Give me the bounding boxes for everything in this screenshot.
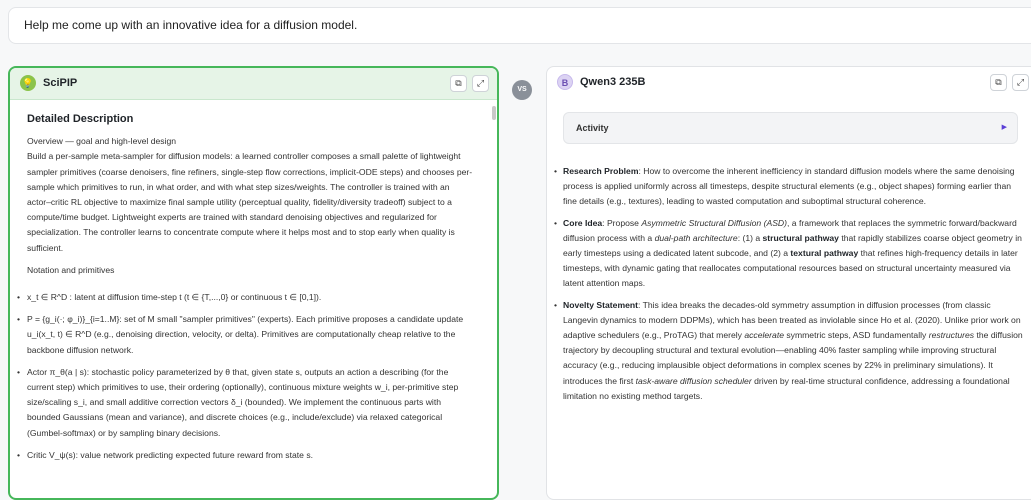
list-item: Novelty Statement: This idea breaks the …: [554, 298, 1025, 404]
vs-badge: VS: [512, 80, 532, 100]
overview-heading: Overview — goal and high-level design: [27, 136, 177, 147]
list-item: Actor π_θ(a | s): stochastic policy para…: [17, 365, 473, 441]
copy-icon[interactable]: ⧉: [990, 74, 1007, 91]
overview-text: Build a per-sample meta-sampler for diff…: [27, 151, 473, 253]
play-arrow-icon: ▶: [1001, 124, 1007, 131]
list-item: Research Problem: How to overcome the in…: [554, 164, 1025, 210]
lightbulb-icon: 💡: [20, 75, 36, 91]
expand-icon[interactable]: ⤢: [1012, 74, 1029, 91]
activity-toggle[interactable]: Activity ▶: [563, 112, 1018, 144]
model-b-response: Research Problem: How to overcome the in…: [554, 164, 1025, 410]
model-a-name: SciPIP: [43, 77, 78, 89]
list-item: x_t ∈ R^D : latent at diffusion time-ste…: [17, 290, 473, 305]
list-item: P = {g_i(·; φ_i)}_{i=1..M}: set of M sma…: [17, 312, 473, 358]
model-b-header: B Qwen3 235B ⧉ ⤢: [547, 67, 1031, 99]
model-a-panel: 💡 SciPIP ⧉ ⤢ Detailed Description Overvi…: [8, 66, 499, 500]
model-b-panel: B Qwen3 235B ⧉ ⤢ Activity ▶ Research Pro…: [546, 66, 1031, 500]
prompt-box: Help me come up with an innovative idea …: [8, 7, 1031, 44]
notation-heading: Notation and primitives: [27, 264, 115, 275]
model-b-name: Qwen3 235B: [580, 76, 646, 88]
scrollbar[interactable]: [492, 106, 496, 120]
list-item: Core Idea: Propose Asymmetric Structural…: [554, 216, 1025, 292]
response-heading: Detailed Description: [27, 113, 134, 125]
model-a-response: Detailed Description Overview — goal and…: [10, 100, 491, 498]
list-item: Critic V_ψ(s): value network predicting …: [17, 448, 473, 463]
model-a-header: 💡 SciPIP ⧉ ⤢: [10, 68, 497, 100]
activity-label: Activity: [576, 123, 609, 133]
model-b-avatar: B: [557, 74, 573, 90]
expand-icon[interactable]: ⤢: [472, 75, 489, 92]
copy-icon[interactable]: ⧉: [450, 75, 467, 92]
